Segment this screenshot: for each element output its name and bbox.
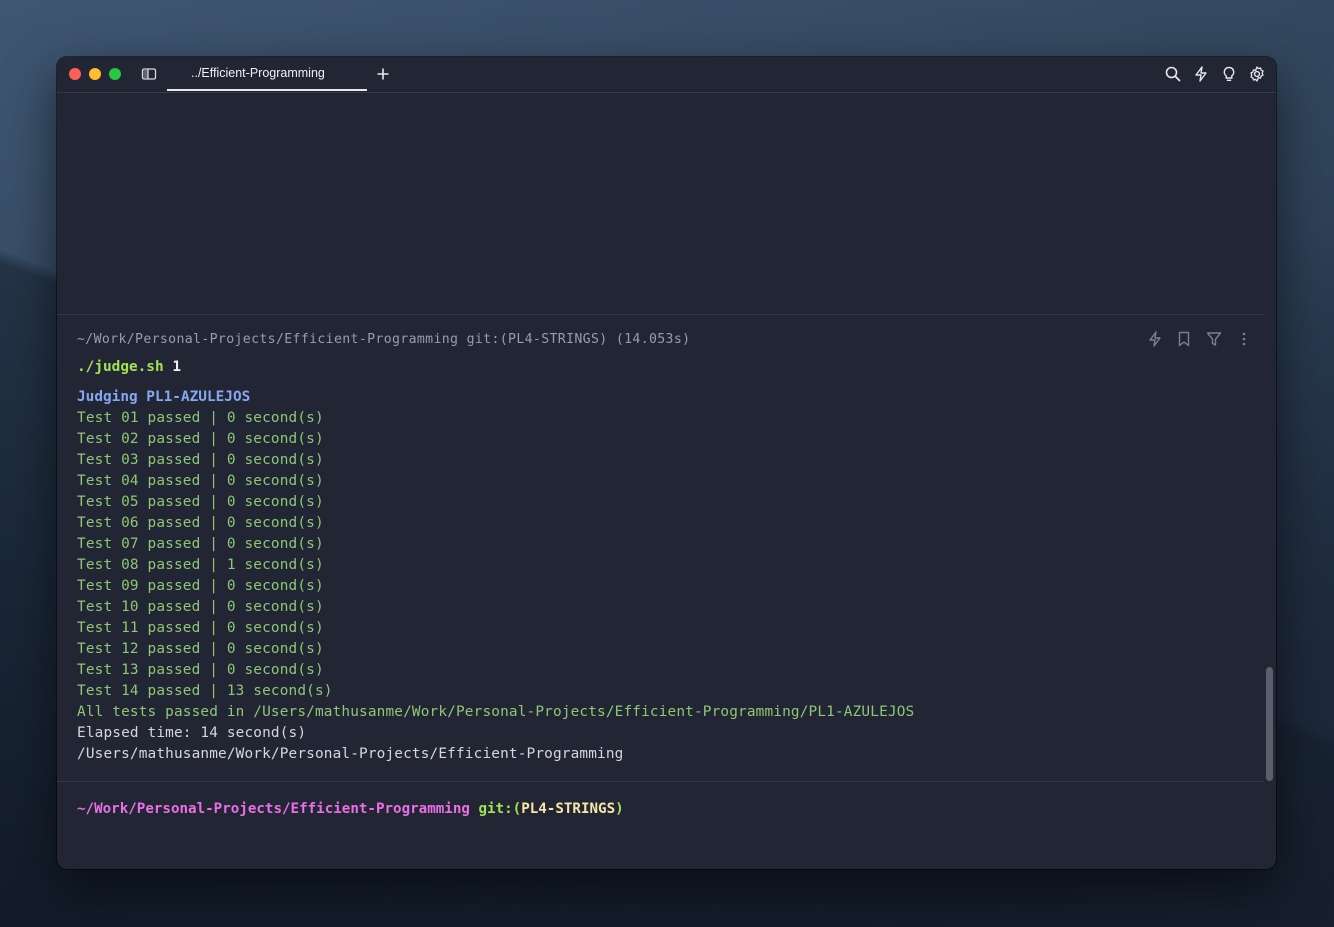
test-line: Test 01 passed | 0 second(s) — [77, 410, 324, 426]
bolt-icon[interactable] — [1146, 330, 1164, 348]
new-tab-plus-icon[interactable] — [374, 65, 392, 83]
zoom-window-button[interactable] — [109, 68, 121, 80]
panel-toggle-icon[interactable] — [141, 66, 157, 82]
test-line: Test 04 passed | 0 second(s) — [77, 473, 324, 489]
prompt-branch: PL4-STRINGS — [521, 801, 616, 817]
close-window-button[interactable] — [69, 68, 81, 80]
bolt-icon[interactable] — [1192, 65, 1210, 83]
test-line: Test 09 passed | 0 second(s) — [77, 578, 324, 594]
block-divider-top — [57, 314, 1264, 315]
block-header: ~/Work/Personal-Projects/Efficient-Progr… — [77, 332, 691, 347]
filter-icon[interactable] — [1205, 330, 1223, 348]
working-directory-line: /Users/mathusanme/Work/Personal-Projects… — [77, 746, 624, 762]
test-line: Test 14 passed | 13 second(s) — [77, 683, 333, 699]
tab-label: ../Efficient-Programming — [191, 66, 325, 80]
input-prompt[interactable]: ~/Work/Personal-Projects/Efficient-Progr… — [77, 801, 624, 817]
title-bar: ../Efficient-Programming — [57, 57, 1276, 93]
test-line: Test 10 passed | 0 second(s) — [77, 599, 324, 615]
test-line: Test 06 passed | 0 second(s) — [77, 515, 324, 531]
test-line: Test 03 passed | 0 second(s) — [77, 452, 324, 468]
test-line: Test 12 passed | 0 second(s) — [77, 641, 324, 657]
test-line: Test 08 passed | 1 second(s) — [77, 557, 324, 573]
bookmark-icon[interactable] — [1175, 330, 1193, 348]
all-tests-passed-line: All tests passed in /Users/mathusanme/Wo… — [77, 704, 915, 720]
tab-efficient-programming[interactable]: ../Efficient-Programming — [167, 57, 367, 91]
search-icon[interactable] — [1164, 65, 1182, 83]
scrollbar-thumb[interactable] — [1266, 667, 1273, 781]
test-line: Test 05 passed | 0 second(s) — [77, 494, 324, 510]
minimize-window-button[interactable] — [89, 68, 101, 80]
gear-icon[interactable] — [1248, 65, 1266, 83]
prompt-git-label: git:( — [478, 801, 522, 817]
block-divider-bottom — [57, 781, 1264, 782]
judging-line: Judging PL1-AZULEJOS — [77, 389, 251, 405]
command-argument: 1 — [172, 359, 181, 375]
elapsed-time-line: Elapsed time: 14 second(s) — [77, 725, 307, 741]
test-line: Test 13 passed | 0 second(s) — [77, 662, 324, 678]
test-line: Test 07 passed | 0 second(s) — [77, 536, 324, 552]
prompt-git-close: ) — [615, 801, 624, 817]
test-line: Test 11 passed | 0 second(s) — [77, 620, 324, 636]
prompt-path: ~/Work/Personal-Projects/Efficient-Progr… — [77, 801, 470, 817]
more-vertical-icon[interactable] — [1235, 330, 1253, 348]
test-line: Test 02 passed | 0 second(s) — [77, 431, 324, 447]
lightbulb-icon[interactable] — [1220, 65, 1238, 83]
command-line: ./judge.sh 1 — [77, 359, 181, 375]
command-name: ./judge.sh — [77, 359, 164, 375]
terminal-window: ../Efficient-Programming ~/Work/Personal… — [57, 57, 1276, 869]
